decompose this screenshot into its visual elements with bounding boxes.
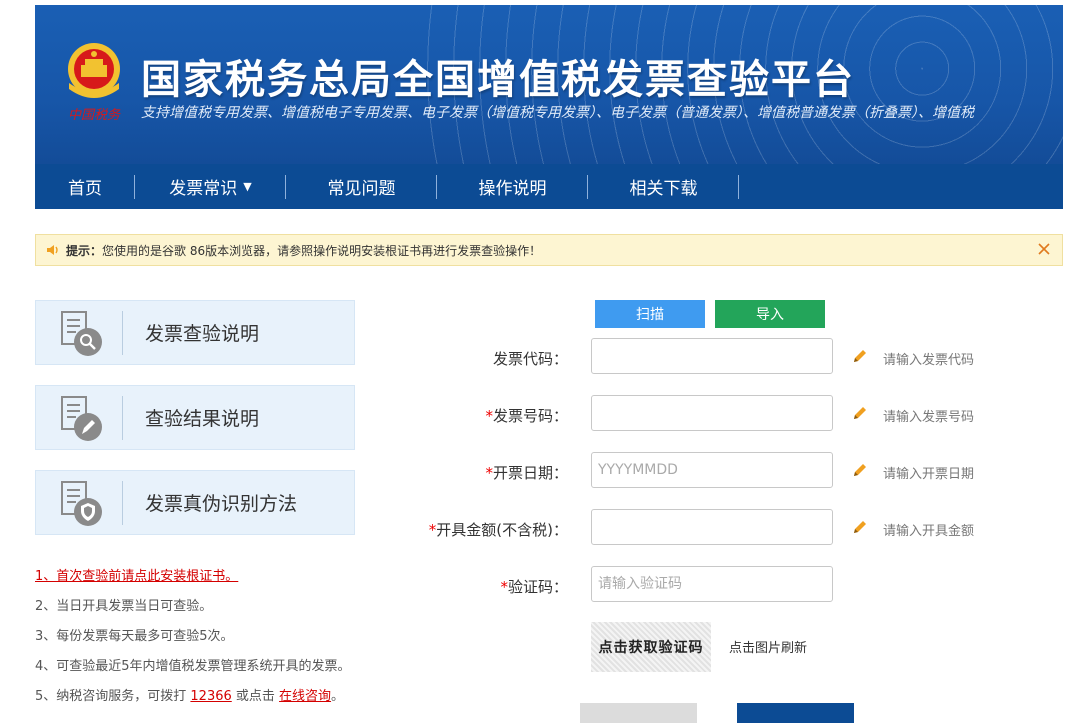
document-search-icon [61, 310, 102, 356]
issue-date-label: *开票日期： [485, 462, 568, 483]
tip-item: 5、纳税咨询服务，可拨打 12366 或点击 在线咨询。 [35, 686, 415, 716]
nav-downloads[interactable]: 相关下载 [588, 164, 739, 209]
page-subtitle: 支持增值税专用发票、增值税电子专用发票、电子发票（增值税专用发票）、电子发票（普… [141, 105, 974, 121]
invoice-code-label: 发票代码： [493, 348, 568, 369]
field-label-text: 发票代码： [492, 350, 568, 368]
nav-home[interactable]: 首页 [35, 164, 135, 209]
card-divider [122, 480, 123, 525]
captcha-label: *验证码： [500, 576, 568, 597]
nav-invoice-knowledge[interactable]: 发票常识 ▼ [135, 164, 286, 209]
check-button[interactable] [737, 703, 854, 723]
reset-button[interactable] [580, 703, 697, 723]
tip-item: 3、每份发票每天最多可查验5次。 [35, 629, 234, 644]
notice-text: 您使用的是谷歌 86版本浏览器，请参照操作说明安装根证书再进行发票查验操作！ [102, 243, 542, 258]
required-mark: * [485, 407, 493, 425]
invoice-code-input[interactable] [591, 338, 833, 374]
page-title: 国家税务总局全国增值税发票查验平台 [141, 57, 855, 103]
hotline-link[interactable]: 12366 [190, 689, 231, 704]
amount-hint: 请输入开具金额 [883, 524, 975, 539]
nav-home-label: 首页 [68, 179, 102, 199]
nav-invoice-knowledge-label: 发票常识 [169, 179, 238, 199]
card-label: 发票真伪识别方法 [145, 493, 298, 515]
tip-item: 1、首次查验前请点此安装根证书。 [35, 566, 415, 596]
tax-emblem-icon: 中国税务 [68, 43, 121, 123]
scan-button[interactable]: 扫描 [595, 300, 705, 328]
field-label-text: 开票日期： [492, 464, 568, 482]
card-label: 发票查验说明 [145, 323, 260, 345]
pencil-icon [854, 407, 866, 419]
tip-item: 2、当日开具发票当日可查验。 [35, 599, 213, 614]
tip-text: 或点击 [231, 689, 280, 704]
card-divider [122, 395, 123, 440]
field-label-text: 开具金额(不含税)： [436, 521, 568, 539]
pencil-icon [854, 521, 866, 533]
required-mark: * [485, 464, 493, 482]
issue-date-hint: 请输入开票日期 [883, 467, 975, 482]
required-mark: * [500, 578, 508, 596]
invoice-code-hint: 请输入发票代码 [883, 353, 975, 368]
close-icon[interactable] [1036, 241, 1052, 257]
nav-instructions[interactable]: 操作说明 [437, 164, 588, 209]
tip-text: 5、纳税咨询服务，可拨打 [35, 689, 191, 704]
card-result-guide[interactable]: 查验结果说明 [35, 385, 355, 450]
invoice-number-hint: 请输入发票号码 [883, 410, 975, 425]
speaker-icon [47, 245, 58, 255]
card-divider [122, 310, 123, 355]
card-authenticity-guide[interactable]: 发票真伪识别方法 [35, 470, 355, 535]
captcha-input[interactable] [591, 566, 833, 602]
nav-downloads-label: 相关下载 [629, 179, 698, 199]
main-nav: 首页 发票常识 ▼ 常见问题 操作说明 相关下载 [35, 164, 1063, 209]
header-banner: 中国税务 国家税务总局全国增值税发票查验平台 支持增值税专用发票、增值税电子专用… [35, 5, 1063, 164]
captcha-image[interactable]: 点击获取验证码 [591, 622, 711, 672]
browser-notice: 提示： 您使用的是谷歌 86版本浏览器，请参照操作说明安装根证书再进行发票查验操… [35, 234, 1063, 266]
issue-date-input[interactable] [591, 452, 833, 488]
field-label-text: 验证码： [507, 578, 568, 596]
refresh-captcha-link[interactable]: 点击图片刷新 [729, 637, 807, 656]
amount-input[interactable] [591, 509, 833, 545]
svg-text:中国税务: 中国税务 [68, 108, 121, 123]
invoice-number-input[interactable] [591, 395, 833, 431]
document-shield-icon [61, 480, 102, 526]
tip-text: 。 [331, 689, 345, 704]
amount-label: *开具金额(不含税)： [429, 519, 568, 540]
online-consult-link[interactable]: 在线咨询 [279, 689, 331, 704]
notice-label: 提示： [66, 243, 103, 258]
tips-list: 1、首次查验前请点此安装根证书。 2、当日开具发票当日可查验。 3、每份发票每天… [35, 566, 415, 716]
pencil-icon [854, 350, 866, 362]
pencil-icon [854, 464, 866, 476]
nav-instructions-label: 操作说明 [478, 179, 547, 199]
chevron-down-icon: ▼ [243, 180, 252, 193]
card-label: 查验结果说明 [145, 408, 260, 430]
nav-faq[interactable]: 常见问题 [286, 164, 437, 209]
document-edit-icon [61, 395, 102, 441]
field-label-text: 发票号码： [492, 407, 568, 425]
nav-faq-label: 常见问题 [327, 179, 396, 199]
card-invoice-check-guide[interactable]: 发票查验说明 [35, 300, 355, 365]
import-button[interactable]: 导入 [715, 300, 825, 328]
invoice-number-label: *发票号码： [485, 405, 568, 426]
install-cert-link[interactable]: 1、首次查验前请点此安装根证书。 [35, 569, 238, 584]
tip-item: 4、可查验最近5年内增值税发票管理系统开具的发票。 [35, 659, 351, 674]
